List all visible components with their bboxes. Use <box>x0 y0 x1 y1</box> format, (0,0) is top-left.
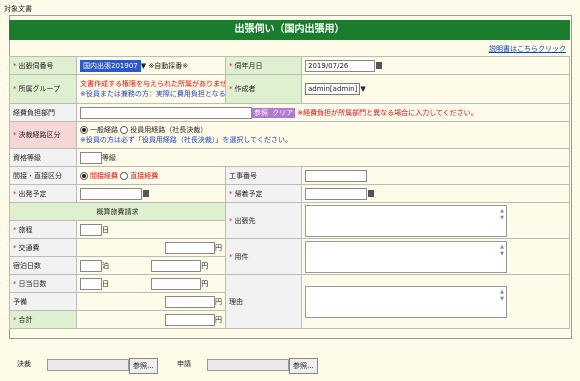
direct-indirect-label: 間接・直接区分 <box>9 166 77 185</box>
route-note: ※役員の方は必ず「役員用経路（社長決裁）」を選択してください。 <box>80 136 292 144</box>
cost-dept-note: ※経費負担が所属部門と異なる場合に入力してください。 <box>297 108 478 117</box>
cost-dept-input[interactable] <box>80 106 252 119</box>
apply-date-input[interactable]: 2019/07/26 <box>305 59 375 72</box>
grade-input[interactable] <box>80 151 102 164</box>
calendar-icon[interactable] <box>143 190 149 197</box>
approval-browse-button[interactable]: 参照... <box>129 358 158 374</box>
estimate-header: 概算旅費請求 <box>9 202 226 221</box>
trip-number-label: * 出張伺番号 <box>9 56 77 75</box>
transport-input[interactable] <box>165 241 215 254</box>
dept-note: ※役員または兼務の方：実際に費用負担となる部署を選択の事。 <box>80 90 226 98</box>
form-grid: * 出張伺番号 国内出張201907 ▼ ※自動採番※ * 伺年月日 2019/07/… <box>9 56 570 329</box>
dept-warning: 文書作成する権限を与えられた所属がありません。 <box>80 80 226 88</box>
daily-cost-input[interactable] <box>151 277 202 290</box>
apply-file-input[interactable] <box>207 359 289 371</box>
cost-dept-ref-button[interactable]: 参照 <box>252 107 270 118</box>
trip-number-auto: ※自動採番※ <box>148 61 189 70</box>
travel-days-input[interactable] <box>80 223 102 236</box>
apply-browse-button[interactable]: 参照... <box>289 358 318 374</box>
lodging-cost-input[interactable] <box>151 259 202 272</box>
return-label: * 帰着予定 <box>225 184 302 203</box>
chevron-down-icon[interactable]: ▼ <box>360 85 365 93</box>
business-textarea[interactable] <box>305 240 507 273</box>
direct-radio[interactable] <box>120 171 129 180</box>
construction-no-input[interactable] <box>305 169 367 182</box>
approval-route-label: * 決裁経路区分 <box>9 121 77 149</box>
approval-file-input[interactable] <box>47 359 129 371</box>
trip-number-select[interactable]: 国内出張201907 <box>80 59 141 72</box>
reserve-input[interactable] <box>165 295 215 308</box>
creator-select[interactable]: admin[admin] <box>305 83 361 95</box>
chevron-down-icon[interactable]: ▼ <box>141 62 146 70</box>
business-label: * 用件 <box>225 238 302 275</box>
approval-attach-label: 決裁 <box>17 360 31 368</box>
daily-label: * 日当日数 <box>9 274 77 293</box>
calendar-icon[interactable] <box>376 62 382 69</box>
reserve-label: 予備 <box>9 292 77 311</box>
daily-input[interactable] <box>80 277 102 290</box>
lodging-input[interactable] <box>80 259 102 272</box>
destination-label: * 出張先 <box>225 202 302 239</box>
apply-attach-label: 申請 <box>177 360 191 368</box>
help-link[interactable]: 説明書はこちらクリック <box>489 44 566 54</box>
form-title: 出張伺い（国内出張用） <box>9 20 570 40</box>
indirect-radio[interactable] <box>80 171 88 180</box>
reason-label: 理由 <box>225 274 302 329</box>
depart-input[interactable] <box>80 187 142 200</box>
attachment-bar: 決裁 参照... 申請 参照... <box>9 357 570 374</box>
cost-dept-label: 経費負担部門 <box>9 103 77 122</box>
route-exec-radio[interactable] <box>120 126 129 134</box>
apply-date-label: * 伺年月日 <box>225 56 302 75</box>
depart-label: * 出発予定 <box>9 184 77 203</box>
transport-label: * 交通費 <box>9 238 77 257</box>
construction-no-label: 工事番号 <box>225 166 302 185</box>
total-label: * 合計 <box>9 310 77 329</box>
lodging-label: 宿泊日数 <box>9 256 77 275</box>
return-input[interactable] <box>305 187 367 200</box>
total-input[interactable] <box>165 313 215 326</box>
doc-target-label: 対象文書 <box>4 5 32 13</box>
route-general-radio[interactable] <box>80 126 88 134</box>
creator-label: * 作成者 <box>225 74 302 104</box>
destination-textarea[interactable] <box>305 204 507 237</box>
calendar-icon[interactable] <box>368 190 374 197</box>
cost-dept-clear-button[interactable]: クリア <box>270 107 295 118</box>
travel-days-label: * 旅程 <box>9 220 77 239</box>
dept-group-label: * 所属グループ <box>9 74 77 104</box>
grade-label: 資格等級 <box>9 148 77 167</box>
reason-textarea[interactable] <box>305 285 507 318</box>
